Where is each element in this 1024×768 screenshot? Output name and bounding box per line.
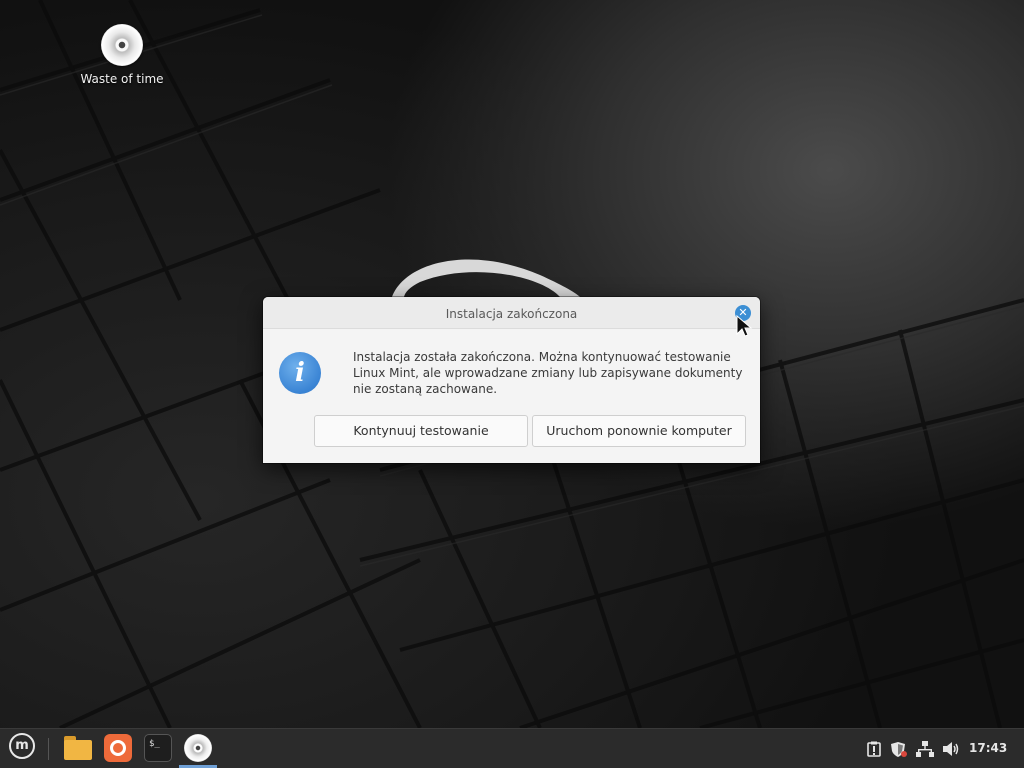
- desktop-icon-label: Waste of time: [80, 72, 164, 86]
- dialog-message: Instalacja została zakończona. Można kon…: [353, 350, 743, 396]
- mint-menu-icon: m: [9, 733, 35, 759]
- menu-button[interactable]: m: [6, 729, 38, 768]
- terminal-icon: $_: [144, 734, 172, 762]
- taskbar-separator: [48, 738, 49, 760]
- dialog-title: Instalacja zakończona: [445, 307, 578, 321]
- restart-computer-button[interactable]: Uruchom ponownie komputer: [532, 415, 746, 447]
- firefox-launcher[interactable]: [103, 729, 133, 768]
- desktop-icon-installer[interactable]: Waste of time: [72, 24, 172, 86]
- disc-icon: [101, 24, 143, 66]
- clock[interactable]: 17:43: [969, 729, 1007, 768]
- installer-window-button[interactable]: [179, 729, 217, 768]
- network-icon[interactable]: [916, 741, 934, 757]
- volume-icon[interactable]: [942, 741, 960, 757]
- info-icon: i: [279, 352, 321, 394]
- taskbar: m $_ 17:43: [0, 728, 1024, 768]
- installer-disc-icon: [184, 734, 212, 762]
- dialog-titlebar[interactable]: Instalacja zakończona ✕: [263, 297, 760, 329]
- installation-complete-dialog: Instalacja zakończona ✕ i Instalacja zos…: [263, 297, 760, 463]
- clipboard-icon[interactable]: [866, 741, 882, 757]
- continue-testing-button[interactable]: Kontynuuj testowanie: [314, 415, 528, 447]
- files-launcher[interactable]: [62, 729, 94, 768]
- terminal-launcher[interactable]: $_: [143, 729, 173, 768]
- shield-icon[interactable]: [890, 741, 908, 758]
- mouse-cursor-icon: [736, 315, 753, 337]
